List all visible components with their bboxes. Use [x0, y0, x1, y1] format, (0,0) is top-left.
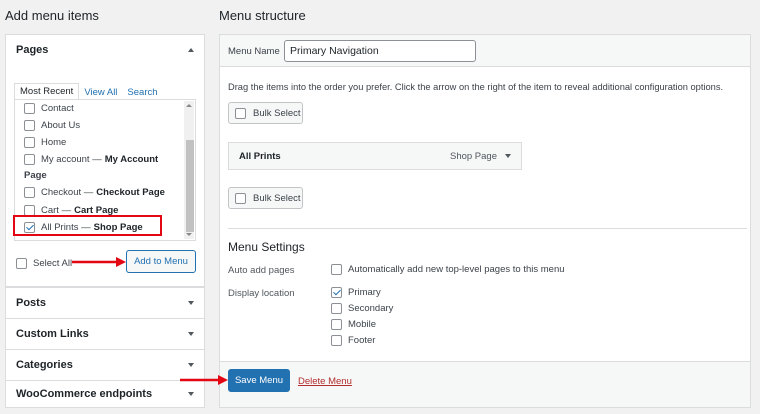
arrow-annotation [180, 375, 228, 385]
page-checkbox[interactable] [24, 204, 35, 216]
scroll-up-icon[interactable] [186, 104, 192, 107]
expand-arrow-icon[interactable] [188, 332, 194, 336]
woocommerce-endpoints-panel-title: WooCommerce endpoints [16, 388, 153, 400]
select-all-checkbox[interactable] [16, 257, 27, 269]
tab-view-all[interactable]: View All [79, 85, 122, 100]
custom-links-panel[interactable]: Custom Links [5, 318, 205, 350]
save-menu-button[interactable]: Save Menu [228, 369, 290, 392]
tab-most-recent[interactable]: Most Recent [14, 83, 80, 100]
location-checkbox[interactable] [331, 319, 342, 330]
location-checkbox-checked[interactable] [331, 287, 342, 298]
settings-divider [228, 228, 747, 229]
bulk-select-button-bottom[interactable]: Bulk Select [228, 187, 303, 209]
auto-add-checkbox[interactable] [331, 264, 342, 275]
auto-add-option[interactable]: Automatically add new top-level pages to… [331, 264, 565, 275]
page-label-bold: My Account [104, 153, 159, 165]
woocommerce-endpoints-panel[interactable]: WooCommerce endpoints [5, 380, 205, 408]
page-label-bold: Cart Page [74, 204, 119, 216]
location-checkbox[interactable] [331, 303, 342, 314]
location-label: Secondary [348, 303, 394, 314]
list-item[interactable]: Contact [24, 101, 74, 115]
list-item[interactable]: My account — My Account [24, 152, 158, 166]
location-footer[interactable]: Footer [331, 335, 375, 346]
instructions-text: Drag the items into the order you prefer… [228, 82, 724, 92]
list-item[interactable]: Home [24, 135, 66, 149]
page-label: Contact [41, 102, 74, 114]
location-checkbox[interactable] [331, 335, 342, 346]
pages-tabs: Most Recent View All Search [14, 82, 163, 100]
expand-arrow-icon[interactable] [188, 392, 194, 396]
menu-name-input[interactable]: Primary Navigation [284, 40, 476, 62]
menu-settings-title: Menu Settings [228, 240, 305, 254]
select-all-label: Select All [33, 257, 73, 269]
location-label: Mobile [348, 319, 376, 330]
page-label: Checkout — [41, 186, 94, 198]
bulk-select-label: Bulk Select [253, 192, 301, 204]
list-item[interactable]: Checkout — Checkout Page [24, 185, 165, 199]
add-to-menu-button[interactable]: Add to Menu [126, 250, 196, 273]
display-location-label: Display location [228, 288, 295, 299]
select-all-option[interactable]: Select All [16, 256, 72, 270]
bulk-select-label: Bulk Select [253, 107, 301, 119]
page-group-label: Page [24, 170, 47, 181]
scroll-down-icon[interactable] [186, 233, 192, 236]
menu-name-label: Menu Name [228, 46, 280, 57]
page-label: My account — [41, 153, 102, 165]
posts-panel[interactable]: Posts [5, 287, 205, 319]
collapse-arrow-icon[interactable] [188, 48, 194, 52]
delete-menu-link[interactable]: Delete Menu [298, 376, 352, 387]
menu-item-type: Shop Page [450, 151, 511, 162]
location-secondary[interactable]: Secondary [331, 303, 393, 314]
list-item[interactable]: About Us [24, 118, 80, 132]
categories-panel[interactable]: Categories [5, 349, 205, 381]
expand-arrow-icon[interactable] [188, 363, 194, 367]
bulk-select-button-top[interactable]: Bulk Select [228, 102, 303, 124]
menu-item-type-label: Shop Page [449, 150, 497, 162]
arrow-annotation [72, 257, 126, 267]
page-label: About Us [41, 119, 81, 131]
menu-item-all-prints[interactable]: All Prints Shop Page [228, 142, 522, 170]
tab-search[interactable]: Search [122, 85, 162, 100]
location-label: Footer [348, 335, 376, 346]
expand-arrow-icon[interactable] [188, 301, 194, 305]
menu-structure-title: Menu structure [219, 8, 306, 23]
auto-add-option-label: Automatically add new top-level pages to… [348, 264, 565, 275]
page-checkbox[interactable] [24, 186, 35, 198]
bulk-select-checkbox[interactable] [235, 192, 246, 204]
location-mobile[interactable]: Mobile [331, 319, 376, 330]
menu-item-title: All Prints [239, 150, 281, 162]
location-primary[interactable]: Primary [331, 287, 381, 298]
scrollbar-thumb[interactable] [186, 140, 194, 232]
pages-panel-title: Pages [16, 44, 49, 56]
custom-links-panel-title: Custom Links [16, 328, 89, 340]
page-checkbox[interactable] [24, 153, 35, 165]
page-checkbox[interactable] [24, 102, 35, 114]
page-label: Cart — [41, 204, 72, 216]
page-label: Home [41, 136, 67, 148]
auto-add-label: Auto add pages [228, 265, 295, 276]
location-label: Primary [348, 287, 381, 298]
posts-panel-title: Posts [16, 297, 46, 309]
page-checkbox[interactable] [24, 119, 35, 131]
categories-panel-title: Categories [16, 359, 73, 371]
pages-panel-header[interactable]: Pages [6, 35, 204, 65]
page-label-bold: Checkout Page [96, 186, 165, 198]
highlight-box [13, 215, 162, 236]
bulk-select-checkbox[interactable] [235, 107, 246, 119]
expand-item-arrow-icon[interactable] [505, 154, 511, 158]
page-checkbox[interactable] [24, 136, 35, 148]
add-menu-items-title: Add menu items [5, 8, 99, 23]
